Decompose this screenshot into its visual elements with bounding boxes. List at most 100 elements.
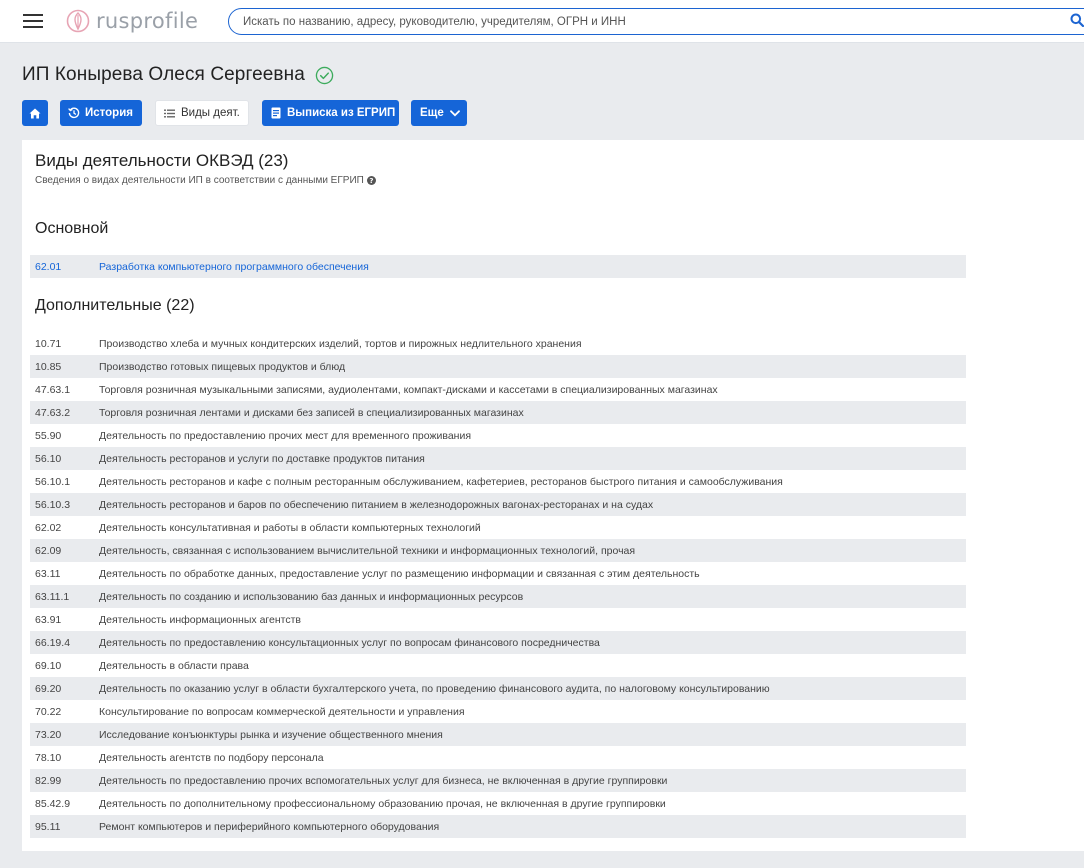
activity-code: 10.71 xyxy=(35,337,62,350)
page-title: ИП Конырева Олеся Сергеевна xyxy=(22,64,305,85)
activity-row: 69.20 Деятельность по оказанию услуг в об… xyxy=(30,677,966,700)
activity-row: 62.09 Деятельность, связанная с использов… xyxy=(30,539,966,562)
search-icon[interactable] xyxy=(1070,13,1084,27)
activity-desc: Консультирование по вопросам коммерческо… xyxy=(99,705,465,718)
question-circle-icon[interactable]: ? xyxy=(366,176,376,185)
history-icon xyxy=(68,107,80,119)
top-bar: rusprofile xyxy=(0,0,1084,43)
main-activity-row[interactable]: 62.01 Разработка компьютерного программн… xyxy=(30,255,966,278)
activity-row: 47.63.2 Торговля розничная лентами и диск… xyxy=(30,401,966,424)
activity-code: 85.42.9 xyxy=(35,797,71,810)
activity-code[interactable]: 62.01 xyxy=(35,261,61,273)
activity-desc: Деятельность по оказанию услуг в области… xyxy=(99,682,770,695)
activity-desc: Производство хлеба и мучных кондитерских… xyxy=(99,337,582,350)
activity-code: 69.20 xyxy=(35,682,62,695)
activity-desc: Исследование конъюнктуры рынка и изучени… xyxy=(99,728,443,741)
activity-code: 70.22 xyxy=(35,705,62,718)
activity-code: 62.02 xyxy=(35,521,62,534)
chevron-down-icon xyxy=(449,109,460,116)
activity-row: 47.63.1 Торговля розничная музыкальными з… xyxy=(30,378,966,401)
card-subtitle: Сведения о видах деятельности ИП в соотв… xyxy=(35,175,376,186)
card-subtitle-text: Сведения о видах деятельности ИП в соотв… xyxy=(35,175,364,186)
activity-row: 78.10 Деятельность агентств по подбору пе… xyxy=(30,746,966,769)
activity-desc: Ремонт компьютеров и периферийного компь… xyxy=(99,820,440,833)
activities-card: Виды деятельности ОКВЭД (23) Сведения о … xyxy=(22,140,1084,851)
activity-row: 62.02 Деятельность консультативная и рабо… xyxy=(30,516,966,539)
activity-code: 55.90 xyxy=(35,429,62,442)
svg-text:?: ? xyxy=(369,176,373,185)
activity-code: 95.11 xyxy=(35,820,61,833)
card-title: Виды деятельности ОКВЭД (23) xyxy=(35,151,289,170)
activity-desc: Деятельность по созданию и использованию… xyxy=(99,590,524,603)
extract-label: Выписка из ЕГРИП xyxy=(287,107,396,119)
activity-code: 63.91 xyxy=(35,613,62,626)
activity-desc: Деятельность ресторанов и кафе с полным … xyxy=(99,475,783,488)
activity-desc: Деятельность по предоставлению консульта… xyxy=(99,636,600,649)
logo[interactable]: rusprofile xyxy=(66,8,198,34)
menu-icon[interactable] xyxy=(23,13,43,29)
activity-row: 82.99 Деятельность по предоставлению проч… xyxy=(30,769,966,792)
activity-row: 63.11 Деятельность по обработке данных, п… xyxy=(30,562,966,585)
activity-desc: Деятельность по обработке данных, предос… xyxy=(99,567,700,580)
activity-row: 55.90 Деятельность по предоставлению проч… xyxy=(30,424,966,447)
activity-row: 95.11 Ремонт компьютеров и периферийного … xyxy=(30,815,966,838)
activity-code: 63.11.1 xyxy=(35,590,70,603)
rusprofile-logo-icon xyxy=(66,9,90,33)
activity-code: 10.85 xyxy=(35,360,62,373)
list-icon xyxy=(164,109,175,117)
activity-desc: Деятельность по предоставлению прочих вс… xyxy=(99,774,668,787)
activity-row: 56.10 Деятельность ресторанов и услуги по… xyxy=(30,447,966,470)
more-label: Еще xyxy=(420,107,444,119)
activity-row: 10.85 Производство готовых пищевых продук… xyxy=(30,355,966,378)
activity-row: 85.42.9 Деятельность по дополнительному п… xyxy=(30,792,966,815)
activity-desc: Деятельность, связанная с использованием… xyxy=(99,544,636,557)
activity-code: 47.63.2 xyxy=(35,406,71,419)
activity-desc: Торговля розничная музыкальными записями… xyxy=(99,383,718,396)
activity-desc[interactable]: Разработка компьютерного программного об… xyxy=(99,261,369,273)
activity-code: 66.19.4 xyxy=(35,636,71,649)
extract-button[interactable]: Выписка из ЕГРИП xyxy=(262,100,399,126)
document-icon xyxy=(271,107,281,119)
activity-desc: Деятельность по предоставлению прочих ме… xyxy=(99,429,472,442)
activity-row: 70.22 Консультирование по вопросам коммер… xyxy=(30,700,966,723)
check-circle-icon xyxy=(315,66,334,84)
activity-desc: Производство готовых пищевых продуктов и… xyxy=(99,360,346,373)
title-row: ИП Конырева Олеся Сергеевна xyxy=(22,62,334,88)
search-box xyxy=(228,8,1084,35)
activity-kinds-button[interactable]: Виды деят. xyxy=(155,100,249,126)
history-label: История xyxy=(85,107,133,119)
extra-section-title: Дополнительные (22) xyxy=(35,297,195,314)
activity-code: 47.63.1 xyxy=(35,383,71,396)
main-section-title: Основной xyxy=(35,220,109,237)
activity-row: 73.20 Исследование конъюнктуры рынка и из… xyxy=(30,723,966,746)
more-button[interactable]: Еще xyxy=(411,100,467,126)
activity-kinds-label: Виды деят. xyxy=(181,107,240,119)
activity-desc: Торговля розничная лентами и дисками без… xyxy=(99,406,524,419)
search-input[interactable] xyxy=(243,14,1063,30)
activity-code: 62.09 xyxy=(35,544,62,557)
activity-row: 63.91 Деятельность информационных агентст… xyxy=(30,608,966,631)
activity-desc: Деятельность по дополнительному професси… xyxy=(99,797,666,810)
activity-desc: Деятельность ресторанов и услуги по дост… xyxy=(99,452,425,465)
activity-code: 78.10 xyxy=(35,751,62,764)
activity-desc: Деятельность консультативная и работы в … xyxy=(99,521,481,534)
history-button[interactable]: История xyxy=(60,100,142,126)
activity-code: 56.10 xyxy=(35,452,62,465)
logo-text: rusprofile xyxy=(96,9,199,33)
activity-desc: Деятельность в области права xyxy=(99,659,249,672)
home-button[interactable] xyxy=(22,100,48,126)
activity-row: 10.71 Производство хлеба и мучных кондите… xyxy=(30,332,966,355)
activity-code: 56.10.3 xyxy=(35,498,71,511)
activity-row: 66.19.4 Деятельность по предоставлению ко… xyxy=(30,631,966,654)
activity-code: 63.11 xyxy=(35,567,61,580)
activity-row: 56.10.1 Деятельность ресторанов и кафе с … xyxy=(30,470,966,493)
activity-row: 56.10.3 Деятельность ресторанов и баров п… xyxy=(30,493,966,516)
activity-desc: Деятельность агентств по подбору персона… xyxy=(99,751,324,764)
activity-desc: Деятельность информационных агентств xyxy=(99,613,301,626)
activity-code: 82.99 xyxy=(35,774,62,787)
activity-code: 73.20 xyxy=(35,728,62,741)
activity-row: 69.10 Деятельность в области права xyxy=(30,654,966,677)
activity-code: 56.10.1 xyxy=(35,475,71,488)
home-icon xyxy=(29,108,41,118)
activity-desc: Деятельность ресторанов и баров по обесп… xyxy=(99,498,654,511)
